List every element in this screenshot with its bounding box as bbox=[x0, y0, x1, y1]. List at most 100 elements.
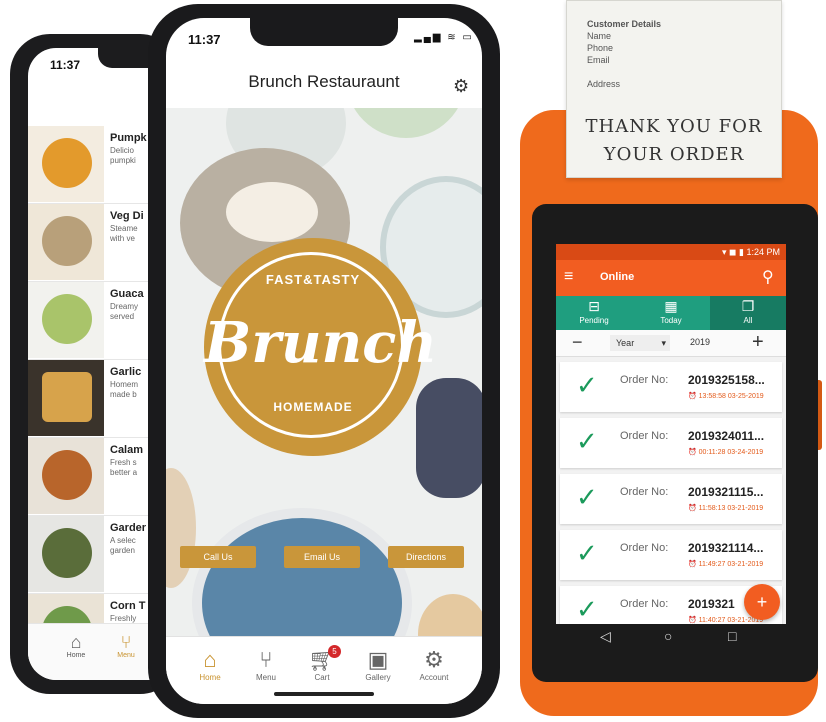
logo-tagline-bottom: HOMEMADE bbox=[273, 400, 353, 414]
order-number: 2019321115... bbox=[688, 485, 764, 499]
front-phone: 11:37 ▂▄▆ ≋ ▭ Brunch Restauraunt ⚙ FAST&… bbox=[148, 4, 500, 718]
hamburger-menu-icon[interactable]: ≡ bbox=[564, 268, 573, 286]
pos-nav-bar: ◁ ○ □ bbox=[556, 626, 786, 652]
back-tab-menu-label: Menu bbox=[117, 652, 135, 659]
tab-today[interactable]: ▦ Today bbox=[633, 296, 709, 330]
gallery-icon: ▣ bbox=[367, 647, 389, 672]
food-name: Garder bbox=[110, 522, 147, 534]
logo-wordmark: Brunch bbox=[204, 310, 438, 376]
directions-button[interactable]: Directions bbox=[388, 546, 464, 568]
back-status-time: 11:37 bbox=[50, 58, 81, 72]
front-phone-notch bbox=[250, 18, 398, 46]
tab-today-label: Today bbox=[660, 316, 682, 325]
chevron-down-icon: ▾ bbox=[661, 338, 666, 348]
tab-gallery[interactable]: ▣ Gallery bbox=[350, 647, 406, 682]
check-icon: ✓ bbox=[576, 538, 598, 568]
front-status-time: 11:37 bbox=[188, 32, 221, 47]
receipt-line: Customer Details bbox=[587, 19, 662, 29]
tab-menu-label: Menu bbox=[255, 673, 276, 682]
search-icon[interactable]: ⚲ bbox=[762, 267, 774, 287]
back-tab-home[interactable]: ⌂ Home bbox=[54, 632, 98, 659]
receipt-line: Phone bbox=[587, 43, 614, 53]
food-name: Veg Di bbox=[110, 210, 144, 222]
home-nav-icon[interactable]: ○ bbox=[664, 628, 672, 644]
food-thumbnail bbox=[28, 516, 104, 592]
pending-icon: ⊟ bbox=[588, 298, 600, 314]
check-icon: ✓ bbox=[576, 482, 598, 512]
tab-gallery-label: Gallery bbox=[365, 673, 391, 682]
pos-app-bar: ≡ Online ⚲ bbox=[556, 260, 786, 296]
cart-icon: 🛒︎ bbox=[308, 647, 336, 672]
tab-home[interactable]: ⌂ Home bbox=[182, 647, 238, 682]
cart-badge: 5 bbox=[328, 645, 341, 658]
add-order-button[interactable]: + bbox=[744, 584, 780, 620]
front-phone-screen: 11:37 ▂▄▆ ≋ ▭ Brunch Restauraunt ⚙ FAST&… bbox=[166, 18, 482, 704]
pos-order-tabs: ⊟ Pending ▦ Today ❐ All bbox=[556, 296, 786, 330]
home-icon: ⌂ bbox=[70, 632, 82, 652]
receipt-thanks: THANK YOU FOR YOUR ORDER bbox=[585, 116, 763, 165]
call-us-button[interactable]: Call Us bbox=[180, 546, 256, 568]
gear-icon[interactable]: ⚙ bbox=[453, 76, 469, 97]
home-icon: ⌂ bbox=[203, 647, 217, 672]
pos-status-bar: ▾ ◼ ▮ 1:24 PM bbox=[556, 244, 786, 260]
food-thumbnail bbox=[28, 126, 104, 202]
back-tab-menu[interactable]: ⑂ Menu bbox=[104, 632, 148, 659]
order-time: ⏰ 13:58:58 03-25-2019 bbox=[688, 393, 764, 400]
receipt-line: Address bbox=[587, 79, 621, 89]
account-gear-icon: ⚙ bbox=[424, 647, 444, 672]
increment-button[interactable]: + bbox=[752, 331, 764, 354]
status-icons: ▂▄▆ ≋ ▭ bbox=[414, 32, 474, 43]
food-bowl-image bbox=[418, 594, 482, 636]
food-name: Corn T bbox=[110, 600, 146, 612]
receipt-line: Email bbox=[587, 55, 610, 65]
order-card[interactable]: ✓ Order No: 2019325158... ⏰ 13:58:58 03-… bbox=[560, 362, 782, 412]
cutlery-icon: ⑂ bbox=[120, 632, 132, 652]
page-title: Brunch Restauraunt bbox=[248, 72, 400, 91]
tab-menu[interactable]: ⑂ Menu bbox=[238, 647, 294, 682]
order-card[interactable]: ✓ Order No: 2019324011... ⏰ 00:11:28 03-… bbox=[560, 418, 782, 468]
food-bowl-image bbox=[226, 182, 318, 242]
tab-all-label: All bbox=[743, 316, 753, 325]
check-icon: ✓ bbox=[576, 370, 598, 400]
food-thumbnail bbox=[28, 438, 104, 514]
food-name: Pumpk bbox=[110, 132, 147, 144]
tab-account-label: Account bbox=[419, 673, 449, 682]
pos-filter-bar: − Year ▾ 2019 + bbox=[556, 330, 786, 357]
logo-tagline-top: FAST&TASTY bbox=[265, 272, 361, 287]
pos-app-title: Online bbox=[600, 271, 635, 283]
food-thumbnail bbox=[28, 360, 104, 436]
food-bowl-image bbox=[192, 508, 412, 636]
tab-cart[interactable]: 🛒︎ 5 Cart bbox=[294, 645, 350, 682]
brunch-logo: FAST&TASTY Brunch HOMEMADE bbox=[204, 238, 438, 456]
home-indicator[interactable] bbox=[274, 692, 374, 696]
order-label: Order No: bbox=[620, 598, 669, 610]
check-icon: ✓ bbox=[576, 594, 598, 624]
food-thumbnail bbox=[28, 204, 104, 280]
year-value: 2019 bbox=[690, 337, 711, 347]
tab-pending[interactable]: ⊟ Pending bbox=[556, 296, 632, 330]
cutlery-icon: ⑂ bbox=[259, 647, 273, 672]
order-label: Order No: bbox=[620, 430, 669, 442]
order-number: 2019325158... bbox=[688, 373, 765, 387]
recents-nav-icon[interactable]: □ bbox=[728, 628, 736, 644]
food-name: Guaca bbox=[110, 288, 144, 300]
order-card[interactable]: ✓ Order No: 2019321114... ⏰ 11:49:27 03-… bbox=[560, 530, 782, 580]
tab-pending-label: Pending bbox=[579, 316, 609, 325]
pos-screen: ▾ ◼ ▮ 1:24 PM ≡ Online ⚲ ⊟ Pending ▦ Tod… bbox=[556, 244, 786, 624]
printed-receipt: Customer Details Name Phone Email Addres… bbox=[566, 0, 782, 178]
order-number: 2019321 bbox=[688, 597, 735, 611]
tab-all[interactable]: ❐ All bbox=[710, 296, 786, 330]
copy-icon: ❐ bbox=[741, 298, 755, 314]
order-number: 2019324011... bbox=[688, 429, 765, 443]
order-time: ⏰ 11:58:13 03-21-2019 bbox=[688, 505, 764, 512]
tab-account[interactable]: ⚙ Account bbox=[406, 647, 462, 682]
order-card[interactable]: ✓ Order No: 2019321115... ⏰ 11:58:13 03-… bbox=[560, 474, 782, 524]
order-label: Order No: bbox=[620, 374, 669, 386]
order-time: ⏰ 00:11:28 03-24-2019 bbox=[688, 449, 764, 456]
email-us-button[interactable]: Email Us bbox=[284, 546, 360, 568]
period-select[interactable]: Year ▾ bbox=[610, 335, 670, 351]
order-number: 2019321114... bbox=[688, 541, 764, 555]
back-nav-icon[interactable]: ◁ bbox=[600, 628, 611, 645]
decrement-button[interactable]: − bbox=[572, 332, 583, 353]
receipt-line: Name bbox=[587, 31, 612, 41]
